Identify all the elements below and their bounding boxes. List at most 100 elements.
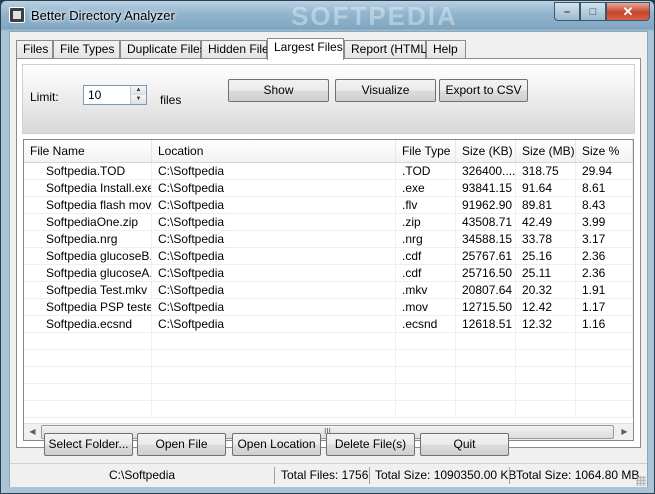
empty-cell <box>24 333 152 349</box>
cell-size-mb: 318.75 <box>516 163 576 179</box>
minimize-button[interactable]: – <box>554 2 580 21</box>
close-button[interactable]: ✕ <box>606 2 650 21</box>
spin-up-icon[interactable]: ▲ <box>131 86 146 95</box>
column-header-size-mb[interactable]: Size (MB) <box>516 140 576 162</box>
select-folder-button[interactable]: Select Folder... <box>44 433 133 456</box>
largest-files-panel: Limit: 10 ▲ ▼ files Show Visualize Expor… <box>16 58 641 448</box>
cell-location: C:\Softpedia <box>152 282 396 298</box>
client-area: Files File Types Duplicate Files Hidden … <box>9 31 648 487</box>
app-icon <box>9 7 25 23</box>
cell-file-name: SoftpediaOne.zip <box>24 214 152 230</box>
table-row[interactable]: Softpedia.nrg C:\Softpedia .nrg 34588.15 33.… <box>24 231 633 248</box>
table-row[interactable]: Softpedia PSP teste... C:\Softpedia .mov 12… <box>24 299 633 316</box>
column-header-size-percent[interactable]: Size % <box>576 140 633 162</box>
table-row[interactable]: Softpedia Install.exe C:\Softpedia .exe 938… <box>24 180 633 197</box>
empty-cell <box>456 333 516 349</box>
tab-largest-files[interactable]: Largest Files <box>267 38 344 60</box>
empty-cell <box>24 384 152 400</box>
spin-down-icon[interactable]: ▼ <box>131 95 146 104</box>
cell-size-percent: 2.36 <box>576 265 633 281</box>
title-bar[interactable]: Better Directory Analyzer SOFTPEDIA – □ … <box>1 1 654 31</box>
empty-cell <box>576 367 633 383</box>
cell-size-percent: 3.17 <box>576 231 633 247</box>
scroll-left-icon[interactable]: ◀ <box>24 424 41 440</box>
cell-size-mb: 12.42 <box>516 299 576 315</box>
status-separator <box>274 467 275 484</box>
tab-hidden-files[interactable]: Hidden Files <box>201 40 275 59</box>
cell-size-kb: 12618.51 <box>456 316 516 332</box>
delete-files-button[interactable]: Delete File(s) <box>326 433 415 456</box>
cell-file-type: .ecsnd <box>396 316 456 332</box>
cell-size-kb: 34588.15 <box>456 231 516 247</box>
empty-cell <box>456 401 516 417</box>
empty-cell <box>152 401 396 417</box>
tab-help[interactable]: Help <box>426 40 466 59</box>
maximize-button[interactable]: □ <box>580 2 606 21</box>
close-icon: ✕ <box>622 3 634 19</box>
table-row[interactable]: Softpedia flash movi...C:\Softpedia.flv9… <box>24 197 633 214</box>
cell-size-percent: 1.16 <box>576 316 633 332</box>
scroll-right-icon[interactable]: ▶ <box>616 424 633 440</box>
table-row[interactable]: Softpedia glucoseA.... C:\Softpedia .cdf 25… <box>24 265 633 282</box>
empty-row <box>24 401 633 418</box>
empty-cell <box>152 367 396 383</box>
cell-size-percent: 2.36 <box>576 248 633 264</box>
cell-size-mb: 12.32 <box>516 316 576 332</box>
cell-location: C:\Softpedia <box>152 248 396 264</box>
cell-size-kb: 25716.50 <box>456 265 516 281</box>
table-row[interactable]: Softpedia Test.mkv C:\Softpedia .mkv 20807.… <box>24 282 633 299</box>
open-file-button[interactable]: Open File <box>137 433 226 456</box>
export-csv-button[interactable]: Export to CSV <box>439 79 528 102</box>
column-header-file-name[interactable]: File Name <box>24 140 152 162</box>
cell-size-kb: 93841.15 <box>456 180 516 196</box>
resize-grip-icon[interactable] <box>636 476 646 486</box>
table-row[interactable]: Softpedia.ecsnd C:\Softpedia .ecsnd 12618.5… <box>24 316 633 333</box>
empty-cell <box>576 333 633 349</box>
files-unit-label: files <box>160 93 182 107</box>
column-header-location[interactable]: Location <box>152 140 396 162</box>
empty-row <box>24 384 633 401</box>
cell-location: C:\Softpedia <box>152 231 396 247</box>
tab-files[interactable]: Files <box>16 40 53 59</box>
limit-label: Limit: <box>30 90 59 104</box>
empty-cell <box>516 333 576 349</box>
empty-cell <box>516 367 576 383</box>
visualize-button[interactable]: Visualize <box>335 79 436 102</box>
table-row[interactable]: Softpedia glucoseB.... C:\Softpedia .cdf 25… <box>24 248 633 265</box>
cell-size-kb: 43508.71 <box>456 214 516 230</box>
limit-value[interactable]: 10 <box>88 88 101 102</box>
cell-file-name: Softpedia glucoseA.... <box>24 265 152 281</box>
column-header-file-type[interactable]: File Type <box>396 140 456 162</box>
status-path: C:\Softpedia <box>109 468 176 482</box>
empty-cell <box>516 401 576 417</box>
status-bar: C:\Softpedia Total Files: 1756 Total Siz… <box>10 463 647 487</box>
cell-size-mb: 89.81 <box>516 197 576 213</box>
tab-file-types[interactable]: File Types <box>53 40 120 59</box>
tab-report-html[interactable]: Report (HTML) <box>344 40 431 59</box>
column-header-size-kb[interactable]: Size (KB) <box>456 140 516 162</box>
cell-file-name: Softpedia flash movi... <box>24 197 152 213</box>
cell-size-mb: 25.16 <box>516 248 576 264</box>
open-location-button[interactable]: Open Location <box>232 433 321 456</box>
cell-file-type: .mkv <box>396 282 456 298</box>
cell-file-type: .exe <box>396 180 456 196</box>
cell-size-percent: 8.43 <box>576 197 633 213</box>
table-row[interactable]: Softpedia.TOD C:\Softpedia .TOD 326400.... 3… <box>24 163 633 180</box>
table-row[interactable]: SoftpediaOne.zip C:\Softpedia .zip 43508.71… <box>24 214 633 231</box>
cell-size-kb: 25767.61 <box>456 248 516 264</box>
cell-file-type: .nrg <box>396 231 456 247</box>
quit-button[interactable]: Quit <box>420 433 509 456</box>
cell-location: C:\Softpedia <box>152 163 396 179</box>
cell-file-type: .zip <box>396 214 456 230</box>
empty-cell <box>24 401 152 417</box>
empty-cell <box>396 367 456 383</box>
list-rows: Softpedia.TOD C:\Softpedia .TOD 326400.... 3… <box>24 163 633 418</box>
show-button[interactable]: Show <box>228 79 329 102</box>
cell-size-mb: 33.78 <box>516 231 576 247</box>
status-total-files: Total Files: 1756 <box>281 468 369 482</box>
tab-duplicate-files[interactable]: Duplicate Files <box>120 40 206 59</box>
empty-cell <box>516 384 576 400</box>
limit-stepper[interactable]: 10 ▲ ▼ <box>83 85 147 105</box>
cell-size-mb: 25.11 <box>516 265 576 281</box>
largest-files-list[interactable]: File Name Location File Type Size (KB) S… <box>23 139 634 441</box>
